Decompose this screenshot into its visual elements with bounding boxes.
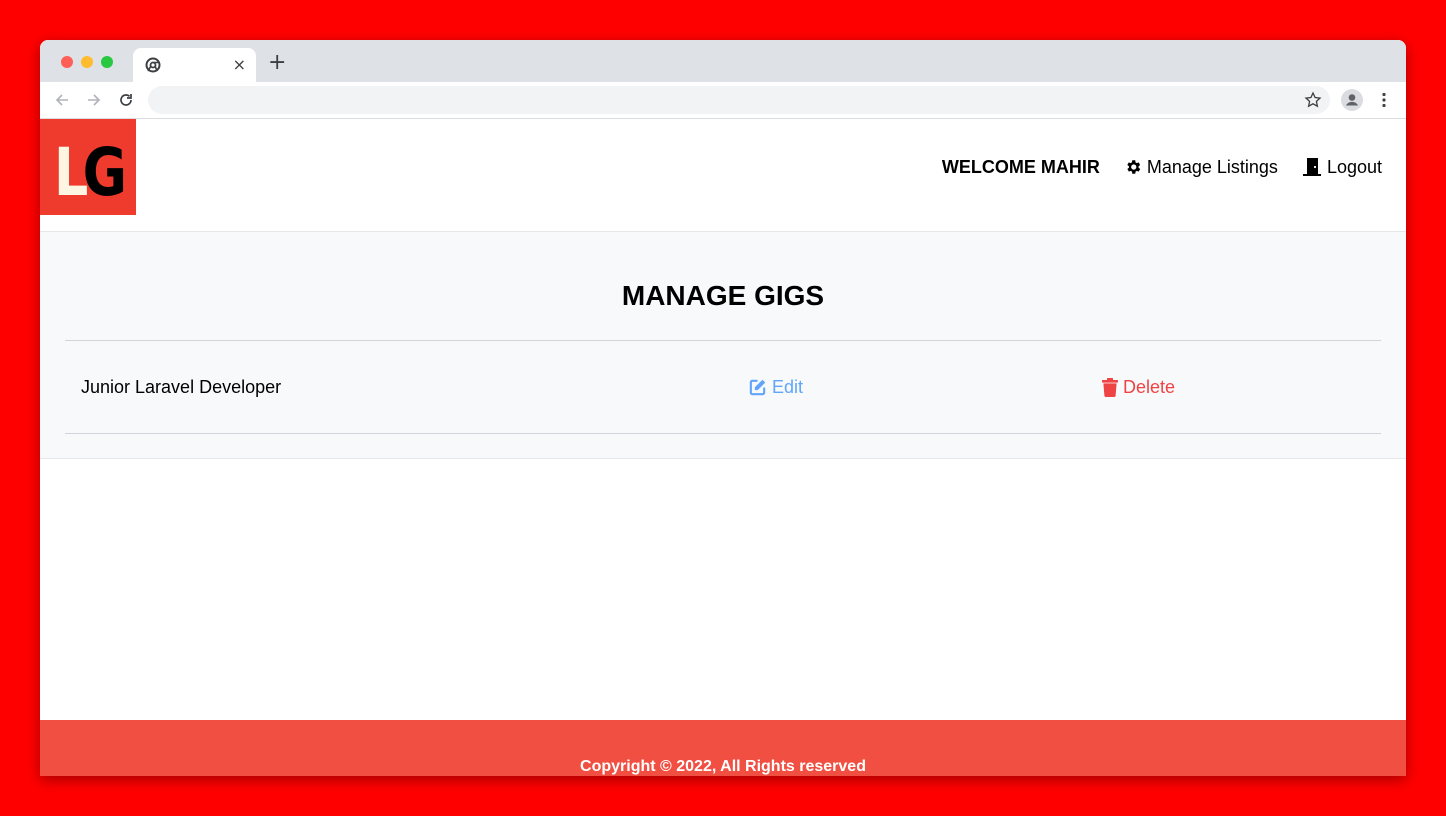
star-icon[interactable] bbox=[1304, 91, 1322, 109]
manage-listings-link[interactable]: Manage Listings bbox=[1124, 157, 1278, 178]
page-content: L G WELCOME MAHIR Manage Listings Logout… bbox=[40, 119, 1406, 776]
page-title: MANAGE GIGS bbox=[621, 280, 825, 311]
edit-label: Edit bbox=[772, 377, 804, 397]
delete-label: Delete bbox=[1123, 377, 1176, 397]
address-bar[interactable] bbox=[148, 86, 1330, 114]
minimize-window-button[interactable] bbox=[81, 56, 93, 68]
reload-icon[interactable] bbox=[116, 90, 136, 110]
tab-close-button[interactable]: × bbox=[233, 55, 246, 75]
welcome-text: WELCOME MAHIR bbox=[941, 156, 1100, 177]
profile-icon[interactable] bbox=[1341, 89, 1363, 111]
maximize-window-button[interactable] bbox=[101, 56, 113, 68]
door-icon bbox=[1302, 158, 1321, 176]
browser-tab[interactable]: × bbox=[133, 48, 256, 82]
logout-label: Logout bbox=[1326, 156, 1382, 177]
forward-arrow-icon[interactable] bbox=[84, 90, 104, 110]
edit-icon bbox=[749, 379, 766, 396]
gig-title[interactable]: Junior Laravel Developer bbox=[81, 377, 281, 398]
kebab-menu-icon[interactable] bbox=[1374, 90, 1394, 110]
tab-strip: × + bbox=[40, 40, 1406, 82]
site-logo[interactable]: L G bbox=[40, 119, 136, 215]
copyright-text: Copyright © 2022, All Rights reserved bbox=[580, 758, 866, 775]
close-window-button[interactable] bbox=[61, 56, 73, 68]
manage-gigs-panel: MANAGE GIGS Junior Laravel Developer Edi… bbox=[40, 231, 1406, 459]
table-row: Junior Laravel Developer Edit Delete bbox=[65, 340, 1381, 434]
site-navbar: L G WELCOME MAHIR Manage Listings Logout bbox=[40, 119, 1406, 231]
manage-listings-label: Manage Listings bbox=[1146, 156, 1278, 177]
new-tab-button[interactable]: + bbox=[268, 52, 286, 74]
logout-link[interactable]: Logout bbox=[1302, 157, 1382, 178]
chrome-favicon-icon bbox=[145, 57, 161, 73]
browser-window: × + L G WELCOME MAHIR Manage Listings Lo… bbox=[40, 40, 1406, 776]
back-arrow-icon[interactable] bbox=[52, 90, 72, 110]
gear-icon bbox=[1127, 160, 1141, 174]
browser-toolbar bbox=[40, 82, 1406, 119]
edit-button[interactable]: Edit bbox=[748, 377, 803, 398]
trash-icon bbox=[1102, 378, 1118, 397]
logo-letter-g: G bbox=[83, 135, 127, 212]
delete-button[interactable]: Delete bbox=[1102, 377, 1175, 398]
site-footer: Copyright © 2022, All Rights reserved bbox=[40, 720, 1406, 776]
nav-menu: WELCOME MAHIR Manage Listings Logout bbox=[942, 155, 1382, 179]
